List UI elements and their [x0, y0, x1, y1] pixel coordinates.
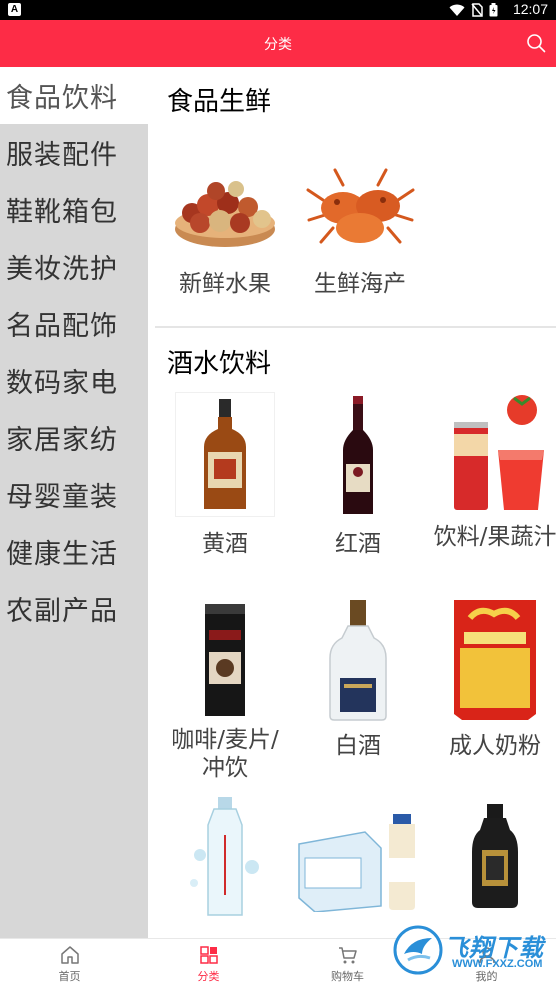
sidebar-item-clothing[interactable]: 服装配件: [0, 124, 148, 181]
product-tile-baijiu[interactable]: 白酒: [293, 597, 423, 760]
category-icon: [199, 946, 218, 964]
liquor-bottle-icon: [472, 803, 518, 908]
product-tile-liquor[interactable]: [430, 794, 556, 919]
nav-item-home[interactable]: 首页: [0, 939, 139, 985]
sidebar-item-baby[interactable]: 母婴童装: [0, 466, 148, 523]
sidebar-item-label: 名品配饰: [6, 311, 118, 342]
category-content: 食品生鲜 新鲜水果 生鲜海产 酒水饮料 黄酒 红酒 饮料/果蔬汁 咖啡/麦片/冲…: [155, 67, 556, 938]
sidebar-item-home[interactable]: 家居家纺: [0, 409, 148, 466]
product-tile-fresh-fruit[interactable]: 新鲜水果: [160, 145, 290, 298]
nav-item-label: 购物车: [331, 970, 364, 983]
status-bar: A 12:07: [0, 0, 556, 20]
product-label: 红酒: [335, 531, 381, 557]
product-tile-water[interactable]: [160, 794, 290, 919]
product-label: 饮料/果蔬汁: [433, 524, 556, 550]
notification-badge: A: [8, 3, 21, 16]
clock: 12:07: [512, 1, 548, 17]
fruit-icon: [175, 180, 275, 247]
nav-item-label: 首页: [58, 970, 81, 983]
milk-box-icon: [298, 813, 415, 912]
sidebar-item-agriculture[interactable]: 农副产品: [0, 580, 148, 637]
nav-item-label: 分类: [197, 970, 220, 983]
product-label: 成人奶粉: [449, 733, 541, 759]
sidebar-item-label: 健康生活: [6, 539, 118, 570]
juice-icon: [454, 394, 544, 510]
sidebar-item-label: 家居家纺: [6, 425, 118, 456]
sidebar-item-label: 美妆洗护: [6, 254, 118, 285]
sidebar-item-label: 鞋靴箱包: [6, 197, 118, 228]
baijiu-icon: [329, 599, 387, 721]
sidebar-item-beauty[interactable]: 美妆洗护: [0, 238, 148, 295]
watermark-logo: 飞翔下载 WWW.FXXZ.COM: [392, 922, 552, 978]
search-icon[interactable]: [526, 33, 546, 53]
watermark-url: WWW.FXXZ.COM: [452, 958, 543, 970]
watermark-logo-icon: [393, 925, 443, 975]
sidebar-item-label: 母婴童装: [6, 482, 118, 513]
yellow-wine-icon: [204, 399, 246, 509]
no-sim-icon: [471, 3, 483, 17]
product-label: 黄酒: [202, 531, 248, 557]
section-title-fresh-food: 食品生鲜: [167, 87, 272, 117]
sidebar-item-food-drink[interactable]: 食品饮料: [0, 67, 148, 124]
sidebar-item-label: 数码家电: [6, 368, 118, 399]
crab-icon: [306, 168, 414, 244]
product-label: 咖啡/麦片/冲饮: [171, 727, 279, 781]
product-label: 生鲜海产: [314, 271, 406, 297]
system-icons: [449, 3, 498, 17]
page-title: 分类: [264, 37, 292, 53]
product-label: 白酒: [335, 733, 381, 759]
app-header: 分类: [0, 20, 556, 67]
product-label: 新鲜水果: [179, 271, 271, 297]
battery-icon: [489, 3, 498, 17]
sidebar-item-label: 服装配件: [6, 140, 118, 171]
sidebar-item-shoes-bags[interactable]: 鞋靴箱包: [0, 181, 148, 238]
product-tile-yellow-wine[interactable]: 黄酒: [160, 392, 290, 558]
product-tile-coffee[interactable]: 咖啡/麦片/冲饮: [160, 597, 290, 782]
milk-powder-icon: [454, 599, 536, 720]
sidebar-item-health[interactable]: 健康生活: [0, 523, 148, 580]
product-tile-seafood[interactable]: 生鲜海产: [295, 145, 425, 298]
sidebar-item-label: 农副产品: [6, 596, 118, 627]
sidebar-item-electronics[interactable]: 数码家电: [0, 352, 148, 409]
water-bottle-icon: [190, 796, 259, 916]
wifi-icon: [449, 4, 465, 16]
product-tile-red-wine[interactable]: 红酒: [293, 392, 423, 558]
section-divider: [155, 326, 556, 328]
nav-item-category[interactable]: 分类: [139, 939, 278, 985]
product-tile-milk-powder[interactable]: 成人奶粉: [430, 597, 556, 760]
coffee-icon: [205, 603, 245, 716]
red-wine-icon: [343, 395, 373, 514]
section-title-drinks: 酒水饮料: [167, 349, 272, 379]
sidebar-item-accessories[interactable]: 名品配饰: [0, 295, 148, 352]
sidebar-item-label: 食品饮料: [6, 83, 118, 114]
cart-icon: [338, 947, 357, 964]
home-icon: [60, 946, 79, 964]
category-sidebar: 食品饮料 服装配件 鞋靴箱包 美妆洗护 名品配饰 数码家电 家居家纺 母婴童装 …: [0, 67, 148, 938]
product-tile-milk[interactable]: [293, 794, 423, 919]
product-tile-juice[interactable]: 饮料/果蔬汁: [430, 392, 556, 551]
